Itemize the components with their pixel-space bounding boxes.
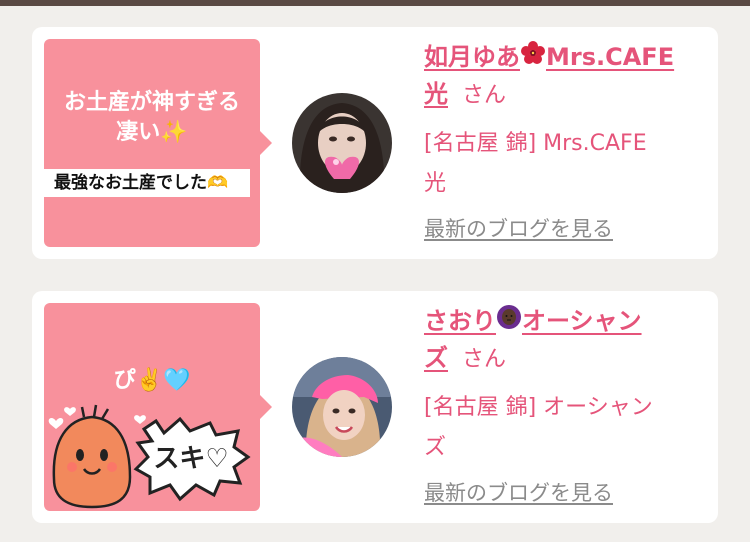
honorific: さん bbox=[462, 347, 507, 372]
sticker-text: スキ♡ bbox=[153, 444, 228, 474]
cast-name-link[interactable]: さおり オーシャンズさん bbox=[424, 303, 704, 378]
latest-blog-link[interactable]: 最新のブログを見る bbox=[424, 477, 613, 507]
honorific: さん bbox=[462, 83, 507, 108]
latest-blog-link[interactable]: 最新のブログを見る bbox=[424, 213, 613, 243]
cast-name-part3: ズ bbox=[424, 344, 448, 372]
blog-bubble[interactable]: お土産が神すぎる 凄い✨ 最強なお土産でした🫶 bbox=[44, 39, 272, 247]
bubble-title-line1: ぴ✌️🩵 bbox=[113, 368, 191, 393]
bubble-title-line1: お土産が神すぎる bbox=[63, 90, 240, 115]
top-border bbox=[0, 0, 750, 6]
shop-info: [名古屋 錦] オーシャン ズ bbox=[424, 388, 704, 468]
cast-card[interactable]: ぴ✌️🩵 スキ♡ さおり オーシャン ズ さん [名古屋 錦] オーシャン ズ … bbox=[32, 291, 718, 523]
avatar[interactable] bbox=[292, 357, 392, 457]
cast-name-link[interactable]: 如月ゆあ Mrs.CAFE 光さん bbox=[424, 39, 704, 114]
shop-line2: ズ bbox=[424, 435, 447, 460]
woman-gesturing-no-icon bbox=[496, 304, 522, 340]
shop-line1: [名古屋 錦] Mrs.CAFE bbox=[424, 131, 647, 156]
blog-bubble[interactable]: ぴ✌️🩵 スキ♡ bbox=[44, 303, 272, 511]
hibiscus-icon bbox=[520, 40, 546, 76]
avatar[interactable] bbox=[292, 93, 392, 193]
bubble-caption: 最強なお土産でした🫶 bbox=[44, 169, 250, 197]
cast-name-part1: 如月ゆあ bbox=[424, 43, 520, 71]
cast-name-part3: 光 bbox=[424, 80, 448, 108]
cast-card[interactable]: お土産が神すぎる 凄い✨ 最強なお土産でした🫶 如月ゆあ Mrs.CAFE 光さん … bbox=[32, 27, 718, 259]
cast-info: さおり オーシャンズさん [名古屋 錦] オーシャン ズ bbox=[424, 303, 704, 468]
bubble-title-line2: 凄い✨ bbox=[116, 120, 188, 145]
shop-line2: 光 bbox=[424, 171, 447, 196]
cast-name-part1: さおり bbox=[424, 307, 496, 335]
shop-info: [名古屋 錦] Mrs.CAFE 光 bbox=[424, 124, 704, 204]
cast-name-part2: Mrs.CAFE bbox=[546, 43, 675, 71]
cast-info: 如月ゆあ Mrs.CAFE 光さん [名古屋 錦] Mrs.CAFE 光 bbox=[424, 39, 704, 204]
shop-line1: [名古屋 錦] オーシャン bbox=[424, 395, 653, 420]
cast-name-part2: オーシャン bbox=[522, 307, 642, 335]
sticker-illustration: スキ♡ bbox=[48, 404, 251, 509]
